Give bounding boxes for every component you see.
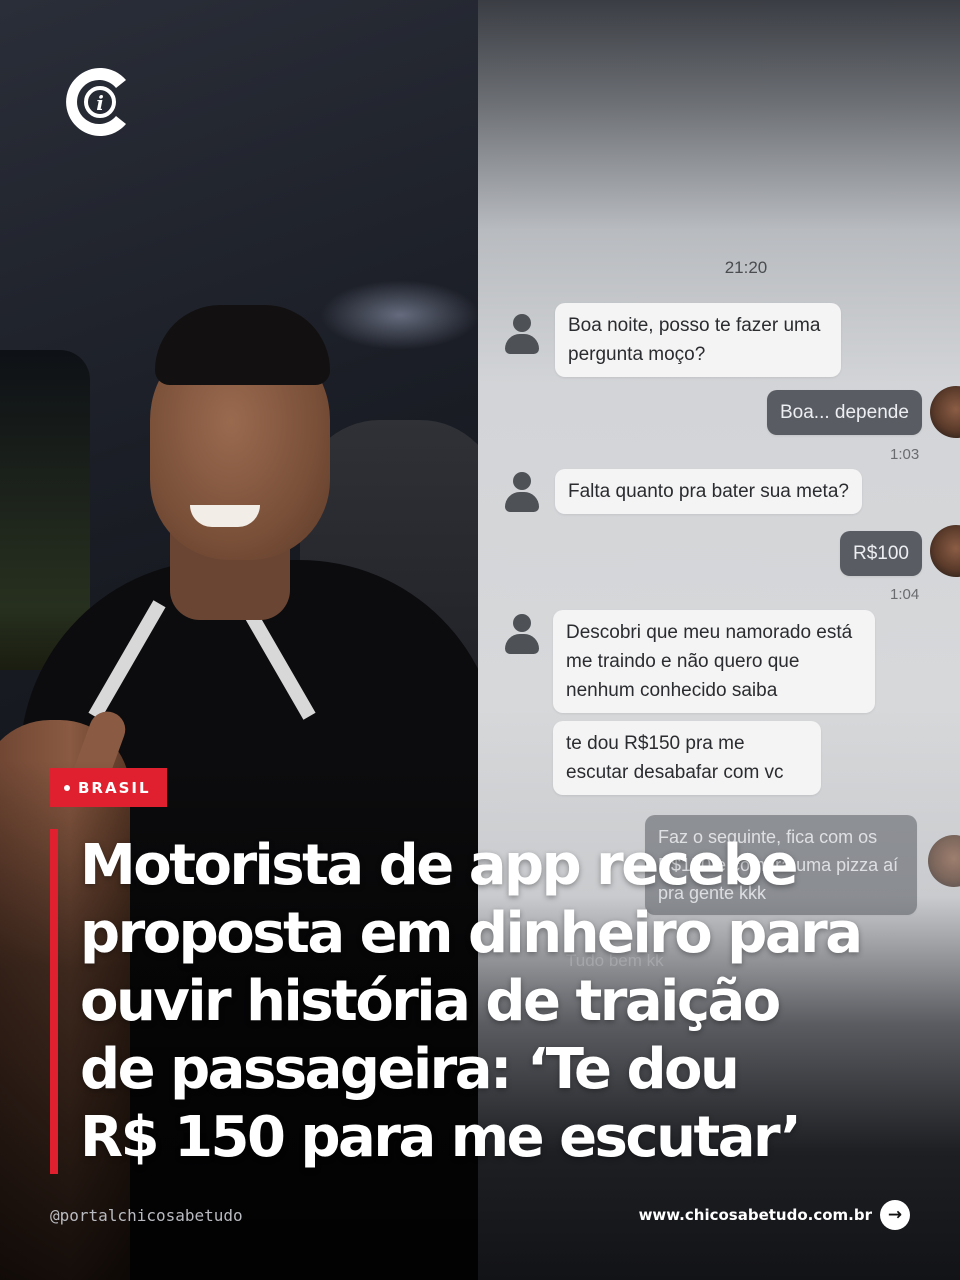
category-label: BRASIL [78, 778, 151, 797]
driver-avatar [930, 525, 960, 577]
chat-bubble-received: Descobri que meu namorado está me traind… [553, 610, 875, 713]
driver-smile [190, 505, 260, 527]
driver-hair [155, 305, 330, 385]
arrow-right-icon[interactable]: → [880, 1200, 910, 1230]
message-timestamp: 1:03 [890, 446, 920, 463]
headline-line: Motorista de app recebe [80, 833, 799, 898]
chat-bubble-sent: R$100 [840, 531, 922, 576]
passenger-avatar-icon [505, 314, 539, 356]
passenger-avatar-icon [505, 472, 539, 514]
headline-line: de passageira: ‘Te dou [80, 1037, 740, 1102]
article-headline: Motorista de app recebe proposta em dinh… [80, 832, 940, 1172]
passenger-avatar-icon [505, 614, 539, 656]
headline-accent-bar [50, 829, 58, 1174]
chat-bubble-received: Boa noite, posso te fazer uma pergunta m… [555, 303, 841, 377]
car-roof-light [320, 280, 478, 350]
website-link[interactable]: www.chicosabetudo.com.br [639, 1206, 872, 1224]
svg-text:i: i [96, 91, 104, 115]
bullet-icon [64, 784, 70, 791]
headline-line: ouvir história de traição [80, 969, 781, 1034]
headline-line: proposta em dinheiro para [80, 901, 863, 966]
chat-bubble-received: Falta quanto pra bater sua meta? [555, 469, 862, 514]
social-handle: @portalchicosabetudo [50, 1206, 243, 1225]
chat-bubble-sent: Boa... depende [767, 390, 922, 435]
chat-time-header: 21:20 [724, 258, 768, 277]
message-timestamp: 1:04 [890, 586, 920, 603]
headline-line: R$ 150 para me escutar’ [80, 1105, 802, 1170]
category-badge[interactable]: BRASIL [50, 768, 167, 807]
chico-sabe-tudo-logo-icon: i [60, 62, 132, 142]
chat-bubble-received: te dou R$150 pra me escutar desabafar co… [553, 721, 821, 795]
driver-avatar [930, 386, 960, 438]
